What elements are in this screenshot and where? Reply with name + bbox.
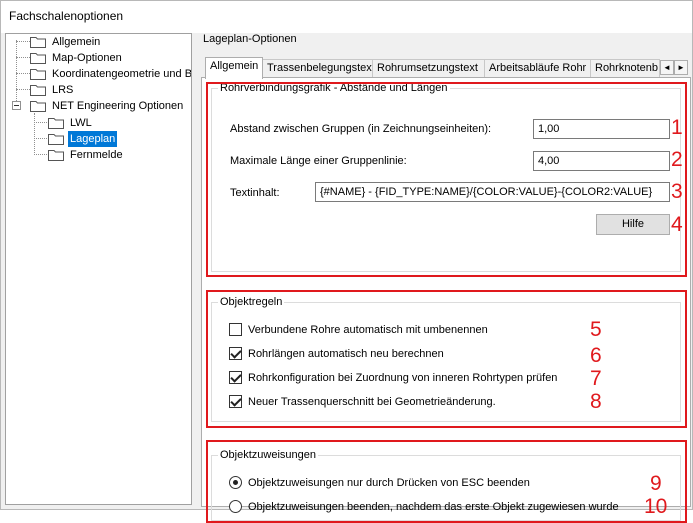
folder-icon [48, 150, 64, 161]
title-bar: Fachschalenoptionen [1, 1, 692, 33]
folder-icon [30, 53, 46, 64]
annotation-marker: 5 [590, 318, 602, 341]
tab-content: Rohrverbindungsgrafik - Abstände und Län… [201, 77, 691, 523]
check-rohrkonfiguration[interactable]: Rohrkonfiguration bei Zuordnung von inne… [229, 370, 589, 386]
options-tree[interactable]: Allgemein Map-Optionen Koordinatengeomet… [5, 33, 192, 505]
tree-line [16, 41, 30, 42]
annotation-marker: 6 [590, 344, 602, 367]
tab-rohrumsetzungstext[interactable]: Rohrumsetzungstext [372, 59, 485, 78]
tree-line [34, 122, 47, 123]
annotation-marker: 9 [650, 472, 662, 495]
tab-allgemein[interactable]: Allgemein [205, 57, 263, 79]
tree-line [34, 154, 47, 155]
tab-trassenbelegungstext[interactable]: Trassenbelegungstext [262, 59, 373, 78]
annotation-marker: 7 [590, 367, 602, 390]
folder-icon [30, 85, 46, 96]
annotation-marker: 3 [671, 180, 683, 203]
options-window: Fachschalenoptionen Allgemein Map-Option… [0, 0, 693, 523]
abstand-input[interactable]: 1,00 [533, 119, 670, 139]
annotation-box [206, 82, 687, 277]
tree-line [34, 138, 47, 139]
textinhalt-input[interactable]: {#NAME} - {FID_TYPE:NAME}/{COLOR:VALUE}-… [315, 182, 670, 202]
folder-icon [30, 69, 46, 80]
folder-icon [30, 37, 46, 48]
abstand-label: Abstand zwischen Gruppen (in Zeichnungse… [230, 123, 492, 135]
tab-scroll-right-icon[interactable]: ► [674, 60, 688, 75]
tab-strip: Allgemein Trassenbelegungstext Rohrumset… [201, 57, 689, 79]
annotation-marker: 4 [671, 213, 683, 236]
laenge-label: Maximale Länge einer Gruppenlinie: [230, 155, 407, 167]
laenge-input[interactable]: 4,00 [533, 151, 670, 171]
tab-rohrknoten[interactable]: Rohrknotenb [590, 59, 660, 78]
tab-scroll-left-icon[interactable]: ◄ [660, 60, 674, 75]
collapse-toggle[interactable] [12, 101, 21, 110]
folder-icon [48, 134, 64, 145]
folder-icon [48, 118, 64, 129]
radio-erstes-objekt[interactable]: Objektzuweisungen beenden, nachdem das e… [229, 499, 639, 515]
check-umbenennen[interactable]: Verbundene Rohre automatisch mit umbenen… [229, 322, 569, 338]
check-rohrlaengen[interactable]: Rohrlängen automatisch neu berechnen [229, 346, 569, 362]
annotation-marker: 10 [644, 495, 668, 518]
textinhalt-label: Textinhalt: [230, 187, 280, 199]
panel-title: Lageplan-Optionen [203, 33, 297, 45]
folder-icon [30, 101, 46, 112]
tab-arbeitsablaeufe-rohr[interactable]: Arbeitsabläufe Rohr [484, 59, 591, 78]
check-trassenquerschnitt[interactable]: Neuer Trassenquerschnitt bei Geometrieän… [229, 394, 569, 410]
radio-button[interactable] [229, 500, 242, 513]
tree-line [34, 113, 35, 155]
dialog-body: Allgemein Map-Optionen Koordinatengeomet… [1, 33, 692, 523]
tree-line [16, 73, 30, 74]
window-title: Fachschalenoptionen [9, 9, 124, 23]
checkbox[interactable] [229, 371, 242, 384]
tree-line [16, 57, 30, 58]
help-button[interactable]: Hilfe [596, 214, 670, 235]
checkbox[interactable] [229, 395, 242, 408]
radio-button[interactable] [229, 476, 242, 489]
tree-line [16, 89, 30, 90]
annotation-marker: 8 [590, 390, 602, 413]
annotation-marker: 2 [671, 148, 683, 171]
annotation-marker: 1 [671, 116, 683, 139]
radio-esc-beenden[interactable]: Objektzuweisungen nur durch Drücken von … [229, 475, 569, 491]
checkbox[interactable] [229, 347, 242, 360]
checkbox[interactable] [229, 323, 242, 336]
